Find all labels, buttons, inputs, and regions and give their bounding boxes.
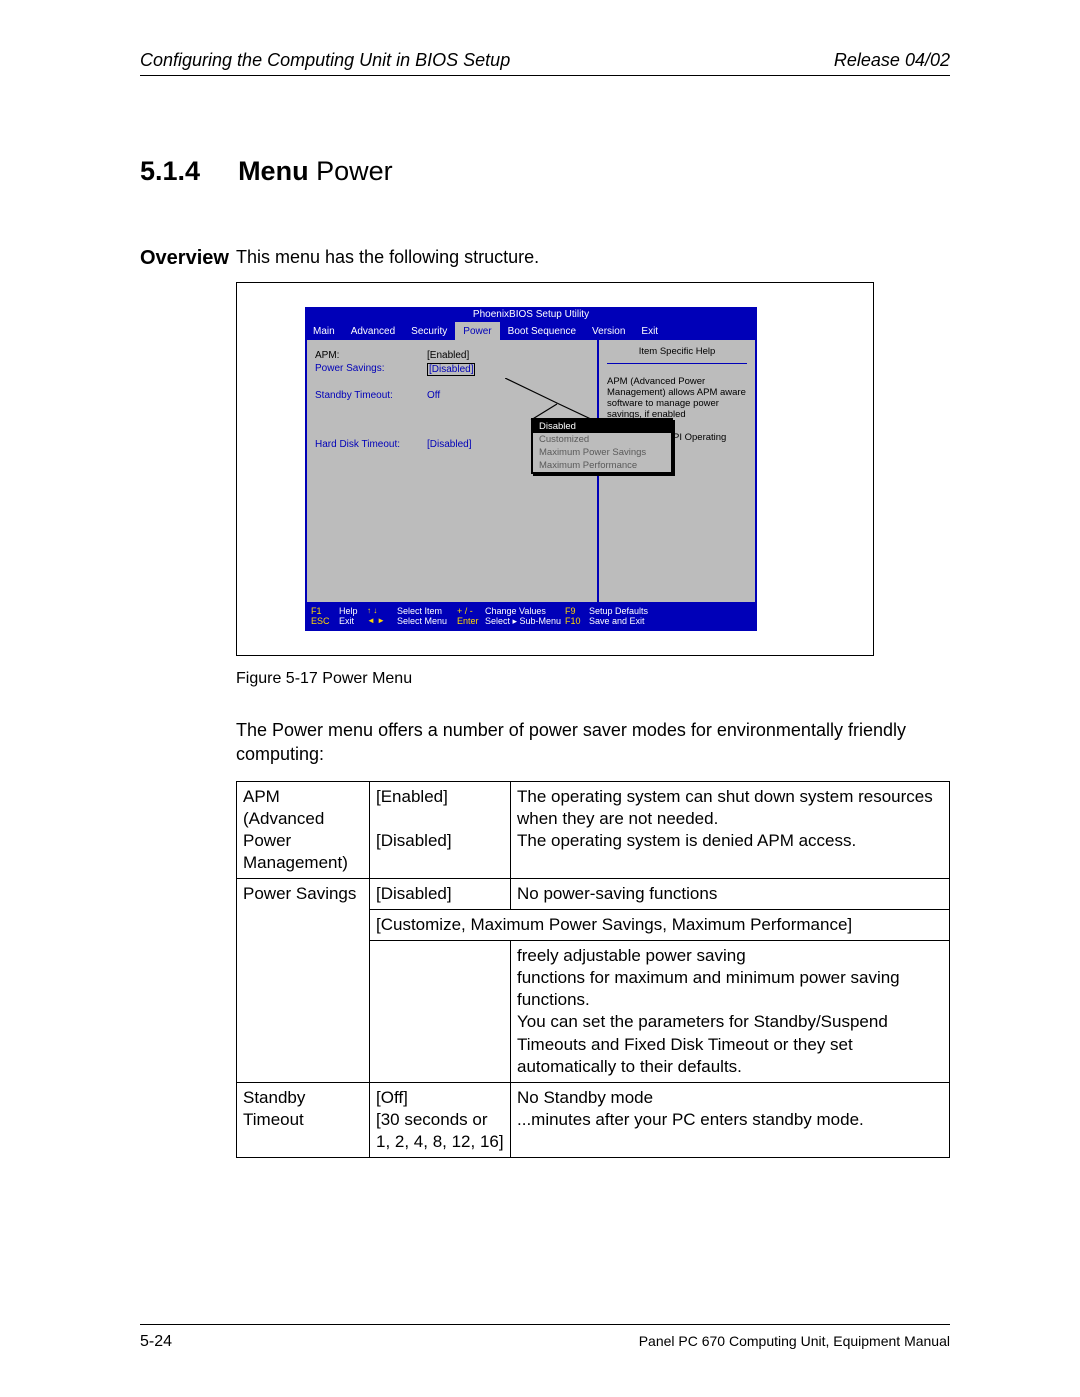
bios-help-p1: APM (Advanced Power Management) allows A… [607,376,747,420]
header-left: Configuring the Computing Unit in BIOS S… [140,50,510,71]
figure-caption: Figure 5-17 Power Menu [236,670,950,688]
table-row: APM (Advanced Power Management) [Enabled… [237,781,950,878]
dropdown-opt-maxsave[interactable]: Maximum Power Savings [533,446,671,459]
overview-intro: This menu has the following structure. [236,247,950,268]
page-header: Configuring the Computing Unit in BIOS S… [140,50,950,76]
bios-help-head: Item Specific Help [607,346,747,364]
cell-standby-desc: No Standby mode ...minutes after your PC… [511,1082,950,1157]
params-table: APM (Advanced Power Management) [Enabled… [236,781,950,1158]
cell-apm-values: [Enabled] [Disabled] [370,781,511,878]
bios-tab-version[interactable]: Version [584,326,633,337]
bios-tab-exit[interactable]: Exit [633,326,666,337]
bios-tab-security[interactable]: Security [403,326,455,337]
cell-apm-name: APM (Advanced Power Management) [237,781,370,878]
dropdown-opt-customized[interactable]: Customized [533,433,671,446]
cell-ps-disabled: [Disabled] [370,878,511,909]
bios-screenshot: PhoenixBIOS Setup Utility Main Advanced … [236,282,874,656]
dropdown-opt-disabled[interactable]: Disabled [533,420,671,433]
table-row: Power Savings [Disabled] No power-saving… [237,878,950,909]
bios-row-apm[interactable]: APM: [Enabled] [315,350,589,361]
table-row: Standby Timeout [Off] [30 seconds or 1, … [237,1082,950,1157]
section-number: 5.1.4 [140,156,200,187]
footer-page: 5-24 [140,1333,172,1351]
cell-ps-name: Power Savings [237,878,370,1082]
cell-apm-desc: The operating system can shut down syste… [511,781,950,878]
header-right: Release 04/02 [834,50,950,71]
cell-ps-blank [370,941,511,1083]
bios-tab-advanced[interactable]: Advanced [343,326,403,337]
cell-ps-options: [Customize, Maximum Power Savings, Maxim… [370,910,950,941]
power-menu-intro: The Power menu offers a number of power … [236,718,950,767]
section-heading: 5.1.4 Menu Power [140,156,950,187]
bios-dropdown[interactable]: Disabled Customized Maximum Power Saving… [531,418,673,474]
bios-tab-boot[interactable]: Boot Sequence [500,326,584,337]
bios-key-legend: F1 Help ↑ ↓ Select Item + / - Change Val… [305,604,757,631]
section-title: Menu Power [238,156,393,187]
cell-standby-name: Standby Timeout [237,1082,370,1157]
bios-row-power-savings[interactable]: Power Savings: [Disabled] [315,363,589,376]
cell-ps-desc: freely adjustable power saving functions… [511,941,950,1083]
page-footer: 5-24 Panel PC 670 Computing Unit, Equipm… [140,1324,950,1351]
dropdown-opt-maxperf[interactable]: Maximum Performance [533,459,671,472]
bios-tab-power[interactable]: Power [455,322,499,340]
cell-standby-values: [Off] [30 seconds or 1, 2, 4, 8, 12, 16] [370,1082,511,1157]
bios-menubar: Main Advanced Security Power Boot Sequen… [305,322,757,340]
bios-title: PhoenixBIOS Setup Utility [305,307,757,322]
overview-label: Overview [140,247,218,1158]
footer-manual: Panel PC 670 Computing Unit, Equipment M… [639,1333,950,1351]
bios-row-standby[interactable]: Standby Timeout: Off [315,390,589,401]
bios-tab-main[interactable]: Main [305,326,343,337]
cell-ps-disabled-desc: No power-saving functions [511,878,950,909]
